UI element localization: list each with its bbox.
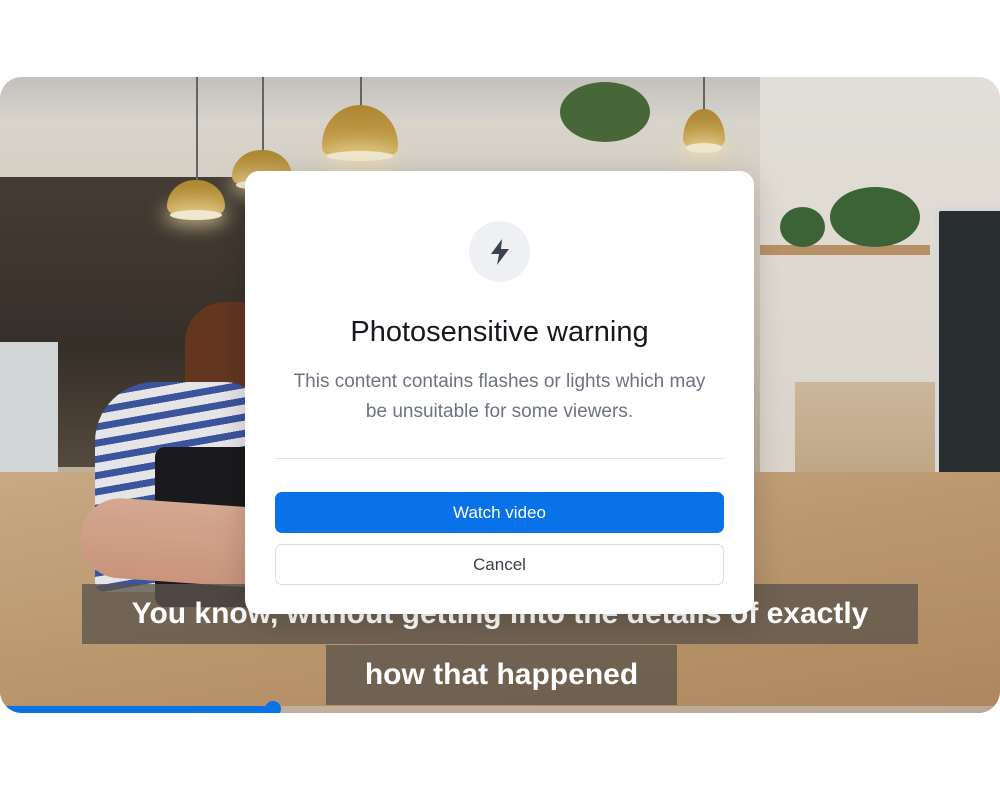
progress-fill [0,706,273,713]
dialog-title: Photosensitive warning [350,316,649,348]
warning-icon-badge [469,221,530,282]
subtitle-line-2: how that happened [326,645,677,705]
cancel-button[interactable]: Cancel [275,544,724,585]
dialog-message: This content contains flashes or lights … [293,371,706,422]
progress-scrubber[interactable] [265,701,281,713]
photosensitive-warning-dialog: Photosensitive warning This content cont… [245,171,754,614]
lightning-icon [490,238,509,265]
divider [275,458,724,459]
progress-bar[interactable] [0,701,1000,713]
watch-video-button[interactable]: Watch video [275,492,724,533]
